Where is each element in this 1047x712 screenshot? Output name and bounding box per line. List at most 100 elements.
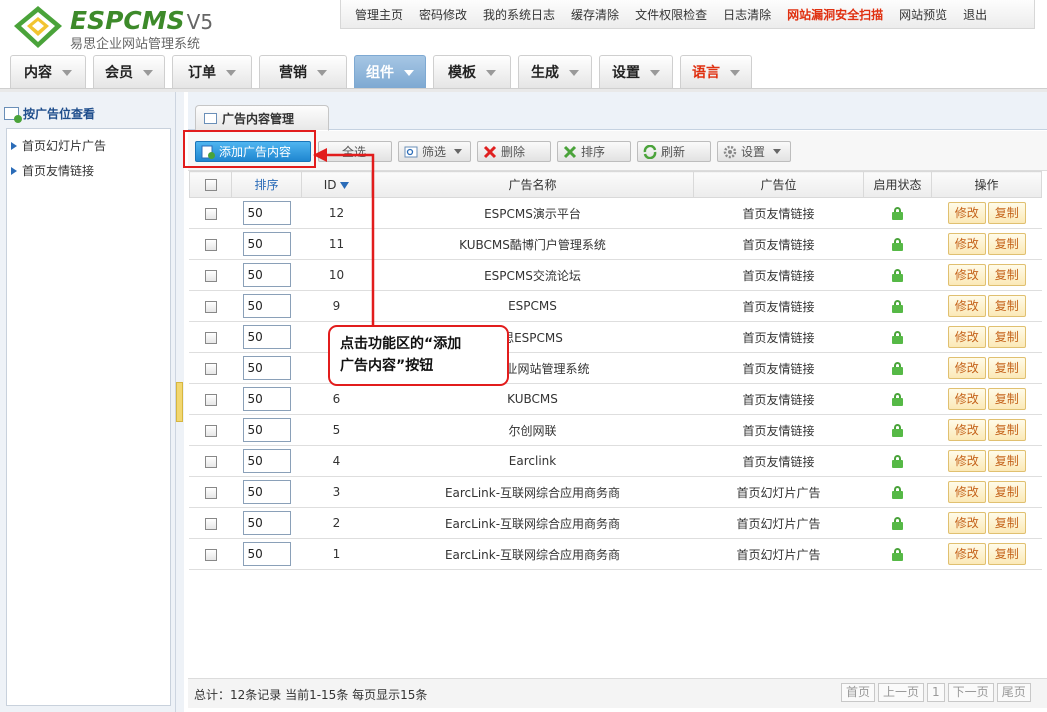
copy-button[interactable]: 复制 [987,388,1026,410]
edit-button[interactable]: 修改 [947,202,986,224]
unlock-icon[interactable] [892,362,903,375]
copy-button[interactable]: 复制 [987,512,1026,534]
row-checkbox[interactable] [204,269,217,282]
edit-button[interactable]: 修改 [947,264,986,286]
main-nav-content[interactable]: 内容 [10,55,86,88]
sidebar-item-homepage-links[interactable]: 首页友情链接 [11,162,94,179]
unlock-icon[interactable] [892,424,903,437]
edit-button[interactable]: 修改 [947,326,986,348]
order-input[interactable] [242,294,291,318]
pager-current[interactable]: 1 [927,683,945,702]
row-checkbox-cell [189,259,232,291]
edit-button[interactable]: 修改 [947,233,986,255]
unlock-icon[interactable] [892,548,903,561]
pager-first[interactable]: 首页 [841,683,876,702]
top-nav-my-log[interactable]: 我的系统日志 [475,6,563,23]
order-input[interactable] [242,418,291,442]
pager-last[interactable]: 尾页 [996,683,1031,702]
main-nav-settings[interactable]: 设置 [599,55,673,88]
row-checkbox[interactable] [204,331,217,344]
main-nav-templates[interactable]: 模板 [433,55,511,88]
row-checkbox[interactable] [204,517,217,530]
unlock-icon[interactable] [892,300,903,313]
order-input[interactable] [242,356,291,380]
row-checkbox[interactable] [204,424,217,437]
copy-button[interactable]: 复制 [987,543,1026,565]
edit-button[interactable]: 修改 [947,512,986,534]
refresh-button[interactable]: 刷新 [637,141,711,162]
unlock-icon[interactable] [892,455,903,468]
top-nav-security-scan[interactable]: 网站漏洞安全扫描 [779,6,891,23]
unlock-icon[interactable] [892,238,903,251]
top-nav-clear-log[interactable]: 日志清除 [715,6,779,23]
row-checkbox[interactable] [204,362,217,375]
edit-button[interactable]: 修改 [947,450,986,472]
order-input[interactable] [242,263,291,287]
sort-button[interactable]: 排序 [557,141,631,162]
edit-button[interactable]: 修改 [947,543,986,565]
row-checkbox[interactable] [204,300,217,313]
tab-ad-content-management[interactable]: 广告内容管理 [195,105,329,131]
top-nav-file-permission[interactable]: 文件权限检查 [627,6,715,23]
main-nav-marketing[interactable]: 营销 [259,55,347,88]
main-nav-order[interactable]: 订单 [172,55,252,88]
copy-button[interactable]: 复制 [987,295,1026,317]
logo[interactable]: ESPCMS V5 易思企业网站管理系统 [8,4,218,52]
copy-button[interactable]: 复制 [987,202,1026,224]
pager-next[interactable]: 下一页 [947,683,994,702]
settings-button[interactable]: 设置 [717,141,791,162]
edit-button[interactable]: 修改 [947,295,986,317]
unlock-icon[interactable] [892,517,903,530]
copy-button[interactable]: 复制 [987,233,1026,255]
column-header-sort[interactable]: 排序 [231,171,302,198]
order-input[interactable] [242,480,291,504]
main-nav-member[interactable]: 会员 [93,55,165,88]
row-checkbox[interactable] [204,393,217,406]
row-checkbox[interactable] [204,207,217,220]
order-input[interactable] [242,542,291,566]
copy-button[interactable]: 复制 [987,419,1026,441]
pager-prev[interactable]: 上一页 [878,683,925,702]
unlock-icon[interactable] [892,269,903,282]
unlock-icon[interactable] [892,331,903,344]
row-checkbox[interactable] [204,238,217,251]
edit-button[interactable]: 修改 [947,419,986,441]
select-all-checkbox[interactable] [204,179,217,191]
main-nav-language[interactable]: 语言 [680,55,752,88]
copy-button[interactable]: 复制 [987,326,1026,348]
delete-button[interactable]: 删除 [477,141,551,162]
order-input[interactable] [242,449,291,473]
copy-button[interactable]: 复制 [987,264,1026,286]
copy-button[interactable]: 复制 [987,481,1026,503]
unlock-icon[interactable] [892,207,903,220]
row-checkbox-cell [189,383,232,415]
main-nav-components[interactable]: 组件 [354,55,426,88]
order-input[interactable] [242,325,291,349]
edit-button[interactable]: 修改 [947,481,986,503]
sidebar-item-homepage-slideshow[interactable]: 首页幻灯片广告 [11,137,106,154]
unlock-icon[interactable] [892,393,903,406]
main-nav-generate[interactable]: 生成 [518,55,592,88]
top-nav-logout[interactable]: 退出 [955,6,995,23]
order-input[interactable] [242,387,291,411]
top-nav-clear-cache[interactable]: 缓存清除 [563,6,627,23]
edit-button[interactable]: 修改 [947,357,986,379]
top-nav-home[interactable]: 管理主页 [347,6,411,23]
collapse-handle[interactable] [176,382,183,422]
copy-button[interactable]: 复制 [987,357,1026,379]
order-input[interactable] [242,511,291,535]
row-checkbox[interactable] [204,486,217,499]
row-checkbox[interactable] [204,455,217,468]
edit-button[interactable]: 修改 [947,388,986,410]
order-input[interactable] [242,201,291,225]
row-ad-name: KUBCMS [371,383,694,415]
order-input[interactable] [242,232,291,256]
top-nav-preview[interactable]: 网站预览 [891,6,955,23]
row-ad-position: 首页友情链接 [693,321,864,353]
top-nav-password[interactable]: 密码修改 [411,6,475,23]
row-status-cell [863,228,932,260]
unlock-icon[interactable] [892,486,903,499]
row-checkbox[interactable] [204,548,217,561]
filter-button[interactable]: 筛选 [398,141,471,162]
copy-button[interactable]: 复制 [987,450,1026,472]
